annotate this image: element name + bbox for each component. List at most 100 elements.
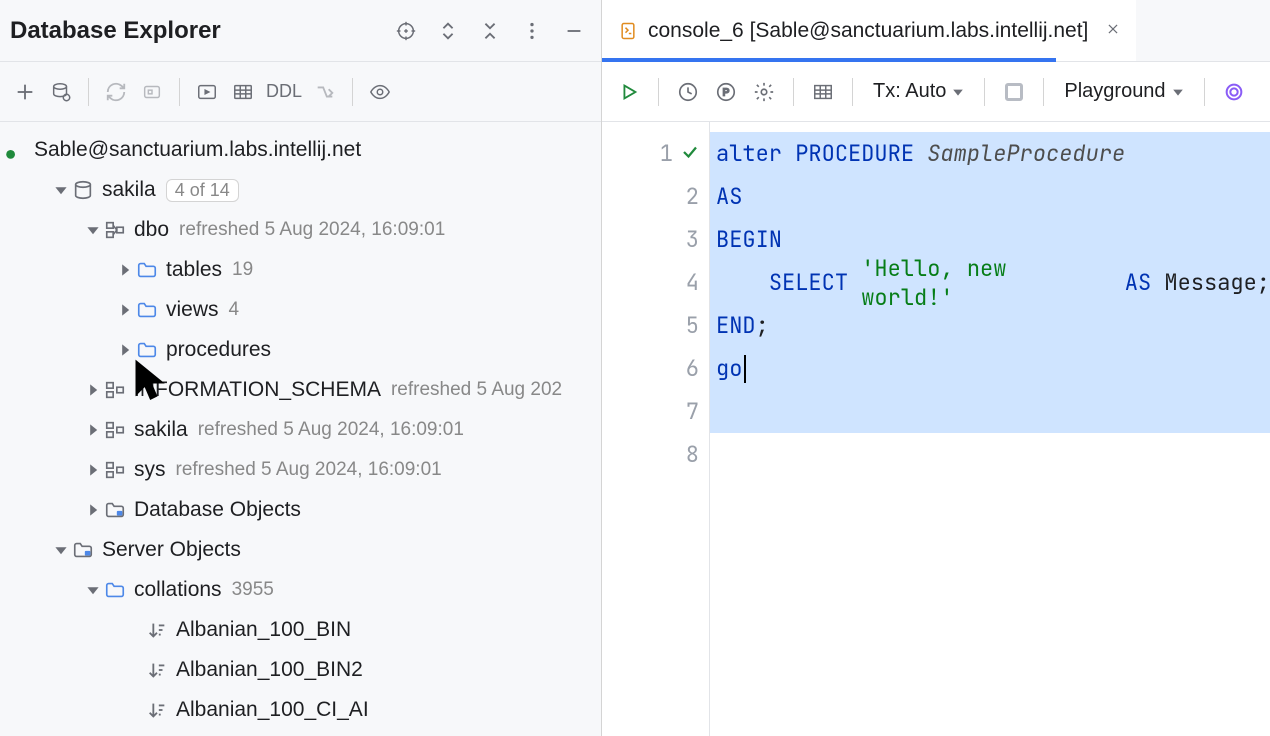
sort-icon — [146, 619, 168, 641]
collation-item[interactable]: Albanian_100_CI_AI — [0, 690, 601, 730]
mode-label: Playground — [1064, 80, 1165, 103]
schema-icon — [104, 379, 126, 401]
separator — [658, 78, 659, 106]
collation-item[interactable]: Albanian_100_BIN2 — [0, 650, 601, 690]
folder-label: procedures — [166, 338, 271, 362]
schema-sys-node[interactable]: sys refreshed 5 Aug 2024, 16:09:01 — [0, 450, 601, 490]
tab-title: console_6 [Sable@sanctuarium.labs.intell… — [648, 19, 1088, 43]
schema-icon — [104, 219, 126, 241]
connection-label: Sable@sanctuarium.labs.intellij.net — [34, 138, 361, 162]
grid-icon[interactable] — [806, 75, 840, 109]
chevron-right-icon[interactable] — [82, 419, 104, 441]
ai-assistant-icon[interactable] — [1217, 75, 1251, 109]
folder-label: Database Objects — [134, 498, 301, 522]
settings-icon[interactable] — [747, 75, 781, 109]
datasource-properties-icon[interactable] — [44, 75, 78, 109]
code-line[interactable]: SELECT 'Hello, new world!' AS Message; — [710, 261, 1270, 304]
db-label: sakila — [102, 178, 156, 202]
code-editor[interactable]: 1 2 3 4 5 6 7 8 alter PROCEDURE SamplePr… — [602, 122, 1270, 736]
add-icon[interactable] — [8, 75, 42, 109]
count-label: 3955 — [232, 579, 274, 601]
schema-icon — [104, 459, 126, 481]
separator — [1043, 78, 1044, 106]
chevron-right-icon[interactable] — [114, 339, 136, 361]
serverobjects-node[interactable]: Server Objects — [0, 530, 601, 570]
tab-active-indicator — [602, 58, 1056, 62]
ddl-button[interactable]: DDL — [262, 81, 306, 102]
chevron-right-icon[interactable] — [82, 499, 104, 521]
chevron-right-icon[interactable] — [82, 379, 104, 401]
separator — [352, 78, 353, 106]
gutter-line: 2 — [602, 175, 709, 218]
svg-text:P: P — [723, 87, 730, 98]
explain-plan-icon[interactable]: P — [709, 75, 743, 109]
connection-dot-icon — [4, 139, 26, 161]
schema-sakila-node[interactable]: sakila refreshed 5 Aug 2024, 16:09:01 — [0, 410, 601, 450]
collation-label: Albanian_100_BIN — [176, 618, 351, 642]
more-icon[interactable] — [515, 14, 549, 48]
folder-special-icon — [104, 499, 126, 521]
database-explorer-panel: Database Explorer — [0, 0, 602, 736]
schema-info-node[interactable]: INFORMATION_SCHEMA refreshed 5 Aug 202 — [0, 370, 601, 410]
eye-icon[interactable] — [363, 75, 397, 109]
tables-node[interactable]: tables 19 — [0, 250, 601, 290]
chevron-down-icon[interactable] — [50, 539, 72, 561]
code-line[interactable]: AS — [710, 175, 1270, 218]
tx-mode-dropdown[interactable]: Tx: Auto — [865, 80, 972, 103]
separator — [88, 78, 89, 106]
console-file-icon — [618, 21, 638, 41]
folder-icon — [136, 339, 158, 361]
chevron-down-icon[interactable] — [50, 179, 72, 201]
code-line[interactable]: alter PROCEDURE SampleProcedure — [710, 132, 1270, 175]
views-node[interactable]: views 4 — [0, 290, 601, 330]
jump-icon[interactable] — [308, 75, 342, 109]
collation-label: Albanian_100_CI_AI — [176, 698, 369, 722]
session-mode-dropdown[interactable]: Playground — [1056, 80, 1191, 103]
db-tree[interactable]: Sable@sanctuarium.labs.intellij.net saki… — [0, 122, 601, 736]
collations-node[interactable]: collations 3955 — [0, 570, 601, 610]
refreshed-label: refreshed 5 Aug 2024, 16:09:01 — [179, 219, 445, 241]
run-icon[interactable] — [612, 75, 646, 109]
schema-dbo-node[interactable]: dbo refreshed 5 Aug 2024, 16:09:01 — [0, 210, 601, 250]
panel-toolbar: DDL — [0, 62, 601, 122]
close-icon[interactable] — [1106, 19, 1120, 42]
folder-label: tables — [166, 258, 222, 282]
stop-intro-icon[interactable] — [135, 75, 169, 109]
connection-node[interactable]: Sable@sanctuarium.labs.intellij.net — [0, 130, 601, 170]
text-caret — [744, 355, 746, 383]
minimize-icon[interactable] — [557, 14, 591, 48]
separator — [852, 78, 853, 106]
table-icon[interactable] — [226, 75, 260, 109]
chevron-right-icon[interactable] — [82, 459, 104, 481]
folder-label: Server Objects — [102, 538, 241, 562]
stop-icon[interactable] — [997, 75, 1031, 109]
dbobjects-node[interactable]: Database Objects — [0, 490, 601, 530]
schema-label: dbo — [134, 218, 169, 242]
editor-tab[interactable]: console_6 [Sable@sanctuarium.labs.intell… — [602, 0, 1136, 61]
chevron-down-icon[interactable] — [82, 579, 104, 601]
database-icon — [72, 179, 94, 201]
schema-icon — [104, 419, 126, 441]
code-line[interactable]: go — [710, 347, 1270, 390]
procedures-node[interactable]: procedures — [0, 330, 601, 370]
hide-icon[interactable] — [473, 14, 507, 48]
check-icon — [681, 139, 699, 168]
chevron-right-icon[interactable] — [114, 259, 136, 281]
code-area[interactable]: alter PROCEDURE SampleProcedure AS BEGIN… — [710, 122, 1270, 736]
sort-icon — [146, 659, 168, 681]
db-sakila-node[interactable]: sakila 4 of 14 — [0, 170, 601, 210]
chevron-down-icon[interactable] — [82, 219, 104, 241]
folder-icon — [136, 299, 158, 321]
code-line[interactable] — [710, 390, 1270, 433]
expand-collapse-icon[interactable] — [431, 14, 465, 48]
refresh-icon[interactable] — [99, 75, 133, 109]
collation-item[interactable]: Albanian_100_BIN — [0, 610, 601, 650]
schema-label: INFORMATION_SCHEMA — [134, 378, 381, 402]
code-line[interactable] — [710, 433, 1270, 476]
console-icon[interactable] — [190, 75, 224, 109]
chevron-right-icon[interactable] — [114, 299, 136, 321]
refreshed-label: refreshed 5 Aug 202 — [391, 379, 562, 401]
history-icon[interactable] — [671, 75, 705, 109]
target-icon[interactable] — [389, 14, 423, 48]
separator — [984, 78, 985, 106]
